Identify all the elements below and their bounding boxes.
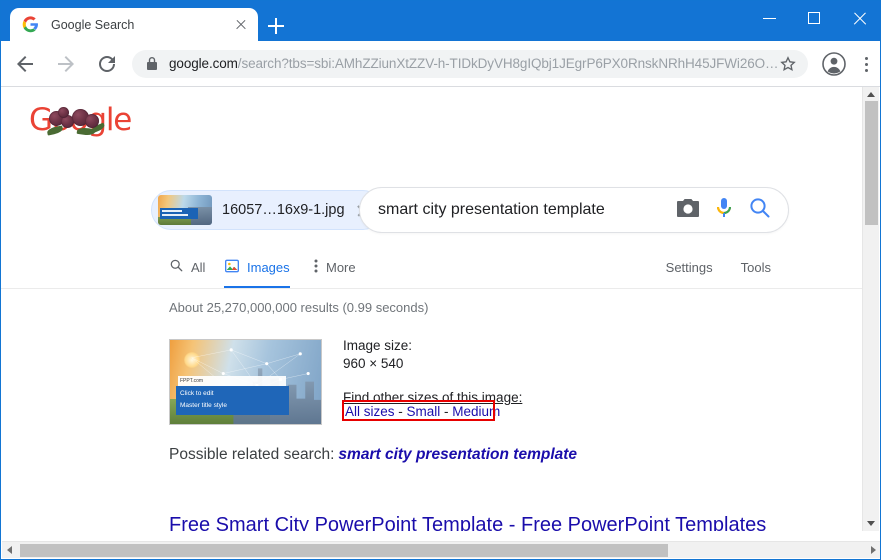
microphone-icon[interactable] (714, 196, 734, 225)
image-size-label: Image size: (343, 338, 413, 353)
browser-tab[interactable]: Google Search (10, 8, 258, 41)
image-size-value: 960 × 540 (343, 356, 404, 371)
maximize-button[interactable] (792, 1, 837, 34)
lock-icon (146, 56, 158, 71)
chip-filename: 16057…16x9-1.jpg (222, 202, 345, 218)
scroll-right-arrow-icon[interactable] (871, 546, 876, 554)
size-link-medium[interactable]: Medium (452, 404, 500, 419)
tab-close-icon[interactable] (232, 16, 250, 34)
other-sizes-links: All sizes - Small - Medium (345, 404, 500, 419)
chip-thumbnail (158, 195, 212, 225)
search-icon[interactable] (748, 196, 772, 225)
find-other-sizes-label: Find other sizes of this image: (343, 390, 523, 405)
magnifier-icon (169, 258, 184, 276)
vertical-scrollbar-thumb[interactable] (865, 101, 878, 225)
search-tools-group: Settings Tools (666, 245, 771, 289)
address-bar[interactable]: google.com/search?tbs=sbi:AMhZZiunXtZZV-… (132, 49, 809, 78)
search-result-item: Free Smart City PowerPoint Template - Fr… (169, 512, 789, 531)
browser-window: Google Search google.com/search?tbs=sbi:… (0, 0, 881, 560)
searched-image-thumbnail[interactable]: FPPT.com Click to edit Master title styl… (169, 339, 322, 425)
size-link-small[interactable]: Small (407, 404, 441, 419)
size-link-all[interactable]: All sizes (345, 404, 395, 419)
minimize-button[interactable] (747, 1, 792, 34)
google-doodle-logo[interactable]: Google (29, 101, 135, 139)
image-size-block: Image size: 960 × 540 (343, 337, 412, 373)
result-count: About 25,270,000,000 results (0.99 secon… (169, 300, 429, 315)
scroll-down-arrow-icon[interactable] (867, 521, 875, 526)
title-bar: Google Search (1, 1, 880, 41)
address-bar-url: google.com/search?tbs=sbi:AMhZZiunXtZZV-… (169, 56, 778, 71)
nav-tabs-divider (1, 288, 863, 289)
related-search-link[interactable]: smart city presentation template (338, 446, 577, 463)
search-nav-tabs: All Images More Settings Tools (1, 245, 863, 289)
tab-more[interactable]: More (313, 245, 356, 289)
settings-button[interactable]: Settings (666, 260, 713, 275)
reload-icon[interactable] (90, 47, 124, 81)
camera-icon[interactable] (676, 197, 700, 224)
window-controls (747, 1, 880, 41)
more-kebab-icon (313, 258, 319, 277)
tab-more-label: More (326, 259, 356, 275)
scroll-left-arrow-icon[interactable] (7, 546, 12, 554)
close-window-button[interactable] (837, 1, 880, 34)
url-path: /search?tbs=sbi:AMhZZiunXtZZV-h-TIDkDyVH… (237, 56, 779, 71)
page-content: Google 16057…16x9-1.jpg smart city prese… (1, 87, 863, 531)
related-prefix: Possible related search: (169, 446, 335, 463)
tab-title: Google Search (51, 17, 135, 32)
thumb-watermark: FPPT.com (178, 376, 286, 386)
image-search-chip[interactable]: 16057…16x9-1.jpg (151, 190, 383, 230)
size-separator: - (440, 404, 453, 419)
tab-images-label: Images (247, 259, 290, 275)
three-dot-menu-icon[interactable] (852, 48, 880, 80)
forward-arrow-icon[interactable] (49, 47, 83, 81)
horizontal-scrollbar-thumb[interactable] (20, 544, 668, 557)
tools-button[interactable]: Tools (741, 260, 771, 275)
doodle-rose (58, 107, 69, 118)
tab-all[interactable]: All (169, 245, 205, 289)
thumb-line-2: Master title style (180, 402, 227, 409)
horizontal-scrollbar[interactable] (2, 541, 880, 558)
thumb-line-1: Click to edit (180, 390, 214, 397)
images-icon (224, 258, 240, 277)
browser-toolbar: google.com/search?tbs=sbi:AMhZZiunXtZZV-… (1, 41, 880, 86)
doodle-rose (85, 114, 99, 128)
vertical-scrollbar[interactable] (862, 87, 879, 531)
search-input[interactable]: smart city presentation template (378, 201, 662, 219)
size-separator: - (394, 404, 407, 419)
account-avatar-icon[interactable] (818, 48, 850, 80)
search-box[interactable]: smart city presentation template (359, 187, 789, 233)
star-icon[interactable] (778, 54, 798, 74)
scroll-up-arrow-icon[interactable] (867, 92, 875, 97)
tab-images[interactable]: Images (224, 245, 290, 289)
url-domain: google.com (169, 56, 238, 71)
new-tab-button[interactable] (263, 13, 289, 39)
result-title-link[interactable]: Free Smart City PowerPoint Template - Fr… (169, 512, 789, 531)
possible-related-search: Possible related search: smart city prese… (169, 446, 577, 464)
tab-all-label: All (191, 259, 206, 275)
back-arrow-icon[interactable] (8, 47, 42, 81)
google-g-icon (22, 16, 39, 33)
